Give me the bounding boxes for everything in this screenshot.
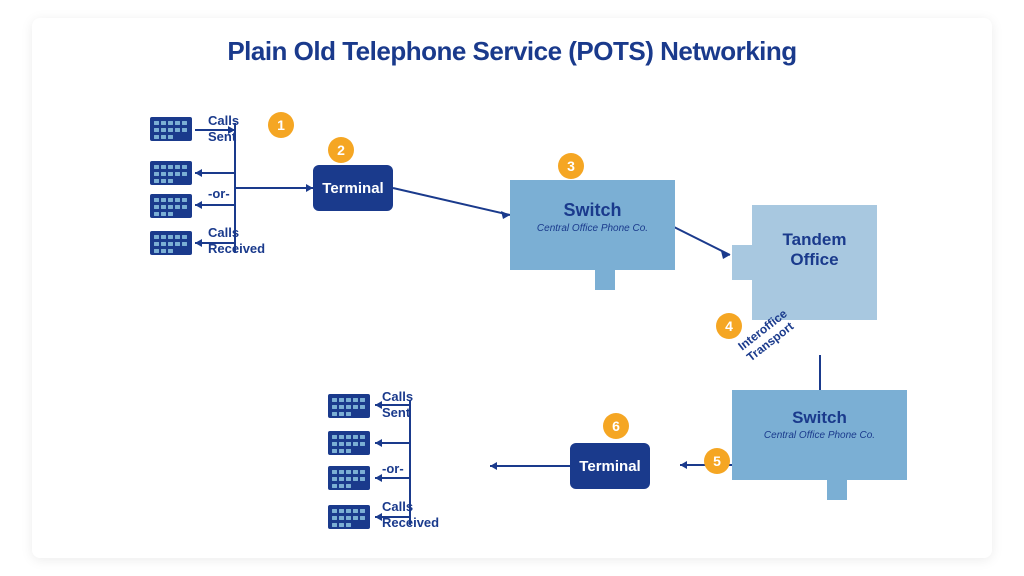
phone-icon-8 [328,503,370,531]
switch-1: Switch Central Office Phone Co. [510,180,675,290]
badge-1: 1 [268,112,294,138]
switch-2-label: Switch [732,408,907,428]
phone-icon-5 [328,392,370,420]
calls-sent-bottom: Calls Sent [382,389,413,420]
badge-3: 3 [558,153,584,179]
tandem-label: TandemOffice [752,230,877,271]
badge-2: 2 [328,137,354,163]
main-container: Plain Old Telephone Service (POTS) Netwo… [32,18,992,558]
tandem-office: TandemOffice [732,205,877,320]
phone-icon-4 [150,229,192,257]
calls-received-bottom: Calls Received [382,499,439,530]
switch-1-label: Switch [510,200,675,221]
terminal-2: Terminal [570,443,650,489]
badge-5: 5 [704,448,730,474]
terminal-1: Terminal [313,165,393,211]
diagram: Calls Sent -or- Calls Received 1 Termina… [60,85,964,545]
or-top: -or- [208,186,230,201]
switch-2: Switch Central Office Phone Co. [732,390,907,500]
calls-sent-top: Calls Sent [208,113,239,144]
or-bottom: -or- [382,461,404,476]
phone-icon-7 [328,464,370,492]
badge-6: 6 [603,413,629,439]
page-title: Plain Old Telephone Service (POTS) Netwo… [60,36,964,67]
phone-icon-2 [150,159,192,187]
badge-4: 4 [716,313,742,339]
calls-received-top: Calls Received [208,225,265,256]
switch-1-sublabel: Central Office Phone Co. [510,223,675,234]
phone-icon-6 [328,429,370,457]
phone-icon-1 [150,115,192,143]
phone-icon-3 [150,192,192,220]
switch-2-sublabel: Central Office Phone Co. [732,430,907,441]
